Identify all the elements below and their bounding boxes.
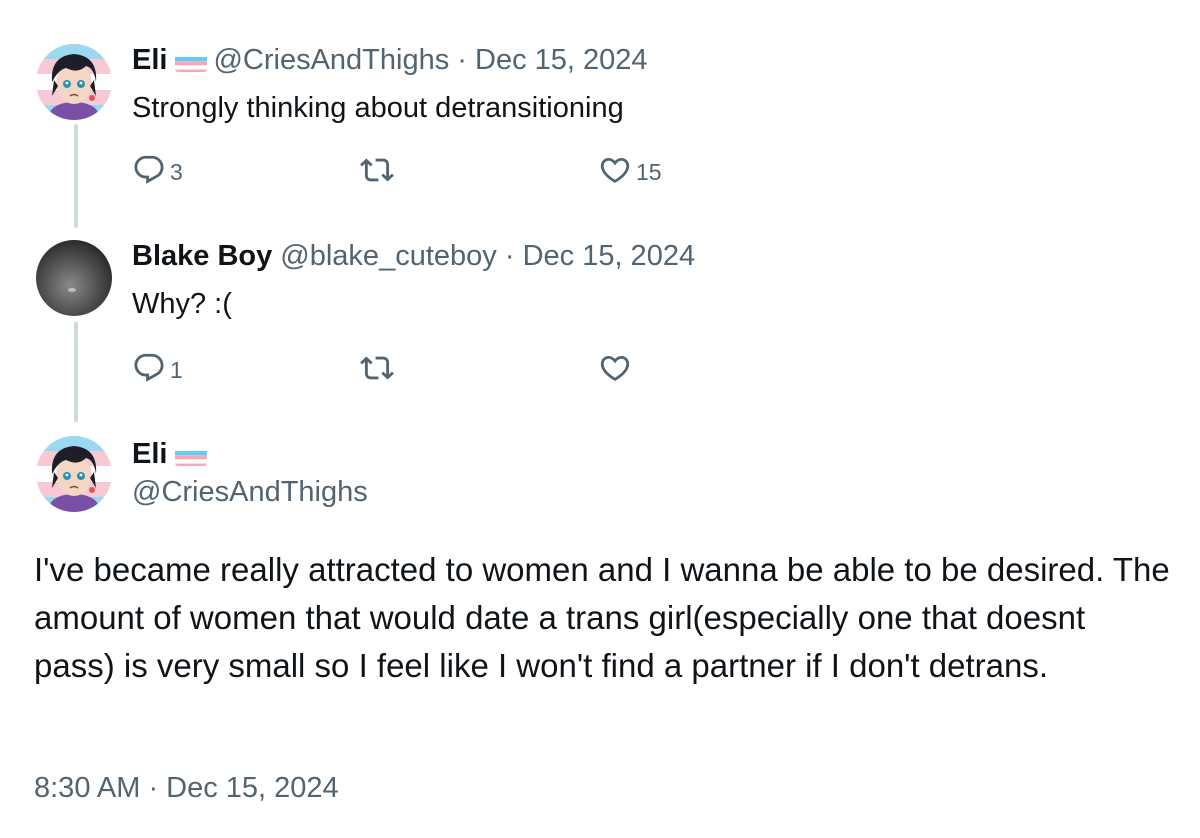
reply-count: 1 (170, 356, 183, 383)
like-button[interactable] (598, 350, 632, 390)
thread-line-2 (74, 322, 78, 422)
avatar[interactable] (36, 240, 112, 316)
tweet-actions: 3 15 (132, 152, 692, 192)
separator: · (457, 44, 467, 76)
trans-flag-icon (175, 445, 208, 466)
retweet-icon (360, 351, 394, 390)
user-handle[interactable]: @CriesAndThighs (132, 476, 368, 509)
display-name[interactable]: Eli (132, 44, 167, 76)
tweet-text: Strongly thinking about detransitioning (132, 92, 624, 124)
tweet-timestamp[interactable]: 8:30 AM · Dec 15, 2024 (34, 772, 339, 805)
thread-line-1 (74, 124, 78, 228)
tweet-header: Blake Boy @blake_cuteboy · Dec 15, 2024 (132, 238, 695, 274)
user-handle[interactable]: @blake_cuteboy (280, 240, 496, 272)
reply-icon (132, 153, 166, 192)
tweet-date[interactable]: Dec 15, 2024 (523, 240, 696, 272)
heart-icon (598, 351, 632, 390)
retweet-button[interactable] (360, 350, 394, 390)
reply-count: 3 (170, 158, 183, 185)
display-name[interactable]: Eli (132, 438, 167, 470)
display-name[interactable]: Blake Boy (132, 240, 272, 272)
heart-icon (598, 153, 632, 192)
avatar[interactable] (36, 44, 112, 120)
tweet-text: I've became really attracted to women an… (34, 551, 1170, 684)
user-handle[interactable]: @CriesAndThighs (213, 44, 449, 76)
tweet-date[interactable]: Dec 15, 2024 (475, 44, 648, 76)
retweet-button[interactable] (360, 152, 394, 192)
trans-flag-icon (175, 51, 208, 72)
tweet-actions: 1 (132, 350, 692, 390)
reply-icon (132, 351, 166, 390)
tweet-header: Eli @CriesAndThighs · Dec 15, 2024 (132, 42, 648, 78)
like-count: 15 (636, 158, 662, 185)
avatar[interactable] (36, 436, 112, 512)
reply-button[interactable]: 3 (132, 152, 183, 192)
retweet-icon (360, 153, 394, 192)
like-button[interactable]: 15 (598, 152, 662, 192)
tweet-header: Eli (132, 436, 213, 472)
tweet-text: Why? :( (132, 288, 232, 320)
reply-button[interactable]: 1 (132, 350, 183, 390)
separator: · (504, 240, 515, 272)
